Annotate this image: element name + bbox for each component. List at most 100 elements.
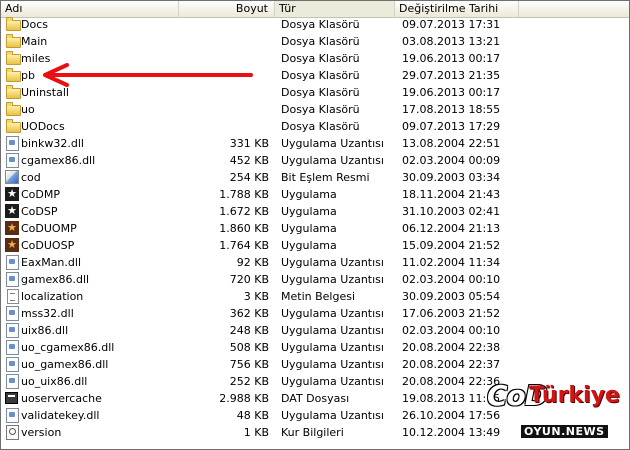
file-icon-slot bbox=[5, 153, 19, 168]
folder-icon bbox=[6, 51, 21, 65]
file-row[interactable]: uo Dosya Klasörü 17.08.2013 18:55 bbox=[1, 101, 629, 118]
text-document-icon bbox=[7, 289, 19, 304]
file-row[interactable]: ★ CoDUOSP 1.764 KB Uygulama 15.09.2004 21:52 bbox=[1, 237, 629, 254]
file-row[interactable]: cod 254 KB Bit Eşlem Resmi 30.09.2003 03:34 bbox=[1, 169, 629, 186]
file-row[interactable]: localization 3 KB Metin Belgesi 30.09.2003 … bbox=[1, 288, 629, 305]
file-icon-slot bbox=[5, 289, 19, 304]
file-icon-slot bbox=[5, 391, 19, 405]
folder-icon bbox=[6, 17, 21, 31]
file-name: CoDSP bbox=[21, 205, 58, 218]
file-name: version bbox=[21, 426, 62, 439]
file-name: miles bbox=[21, 52, 51, 65]
file-icon-slot bbox=[5, 374, 19, 389]
file-type: Dosya Klasörü bbox=[281, 18, 360, 31]
file-icon-slot bbox=[5, 306, 19, 321]
file-type: Uygulama bbox=[281, 239, 337, 252]
file-row[interactable]: Main Dosya Klasörü 03.08.2013 13:21 bbox=[1, 33, 629, 50]
file-date-modified: 20.08.2004 22:38 bbox=[402, 341, 501, 354]
file-row[interactable]: miles Dosya Klasörü 19.06.2013 00:17 bbox=[1, 50, 629, 67]
file-name: cgamex86.dll bbox=[21, 154, 96, 167]
file-date-modified: 15.09.2004 21:52 bbox=[402, 239, 501, 252]
game-uo-exe-icon: ★ bbox=[5, 238, 19, 252]
file-size: 1.672 KB bbox=[219, 205, 269, 218]
watermark: CoD Türkiye OYUN.NEWS bbox=[487, 379, 627, 447]
game-exe-icon: ★ bbox=[5, 204, 19, 218]
file-row[interactable]: mss32.dll 362 KB Uygulama Uzantısı 17.06.20… bbox=[1, 305, 629, 322]
file-icon-slot: ★ bbox=[5, 221, 19, 235]
file-date-modified: 18.11.2004 21:43 bbox=[402, 188, 501, 201]
file-icon-slot bbox=[5, 136, 19, 151]
file-size: 362 KB bbox=[229, 307, 269, 320]
file-size: 2.988 KB bbox=[219, 392, 269, 405]
file-icon-slot bbox=[5, 170, 19, 184]
folder-icon bbox=[6, 68, 21, 82]
file-size: 452 KB bbox=[229, 154, 269, 167]
dll-file-icon bbox=[6, 272, 19, 287]
file-row[interactable]: binkw32.dll 331 KB Uygulama Uzantısı 13.08.… bbox=[1, 135, 629, 152]
column-header-size[interactable]: Boyut bbox=[179, 1, 275, 17]
file-name: binkw32.dll bbox=[21, 137, 84, 150]
file-size: 720 KB bbox=[229, 273, 269, 286]
file-icon-slot: ★ bbox=[5, 187, 19, 201]
dll-file-icon bbox=[6, 306, 19, 321]
file-row[interactable]: uo_cgamex86.dll 508 KB Uygulama Uzantısı 20… bbox=[1, 339, 629, 356]
column-header-type[interactable]: Tür bbox=[275, 1, 395, 17]
file-date-modified: 29.07.2013 21:35 bbox=[402, 69, 501, 82]
file-name: mss32.dll bbox=[21, 307, 74, 320]
file-icon-slot: ★ bbox=[5, 204, 19, 218]
file-type: Dosya Klasörü bbox=[281, 86, 360, 99]
file-name: uo bbox=[21, 103, 35, 116]
file-row[interactable]: uix86.dll 248 KB Uygulama Uzantısı 02.03.20… bbox=[1, 322, 629, 339]
file-row[interactable]: ★ CoDSP 1.672 KB Uygulama 31.10.2003 02:41 bbox=[1, 203, 629, 220]
file-row[interactable]: EaxMan.dll 92 KB Uygulama Uzantısı 11.02.20… bbox=[1, 254, 629, 271]
file-row[interactable]: pb Dosya Klasörü 29.07.2013 21:35 bbox=[1, 67, 629, 84]
column-header-date-modified[interactable]: Değiştirilme Tarihi bbox=[395, 1, 519, 17]
dll-file-icon bbox=[6, 255, 19, 270]
folder-icon bbox=[6, 119, 21, 133]
file-type: Metin Belgesi bbox=[281, 290, 356, 303]
file-row[interactable]: ★ CoDMP 1.788 KB Uygulama 18.11.2004 21:43 bbox=[1, 186, 629, 203]
file-row[interactable]: cgamex86.dll 452 KB Uygulama Uzantısı 02.03… bbox=[1, 152, 629, 169]
file-type: Uygulama Uzantısı bbox=[281, 307, 384, 320]
file-row[interactable]: ★ CoDUOMP 1.860 KB Uygulama 06.12.2004 21:13 bbox=[1, 220, 629, 237]
file-type: Bit Eşlem Resmi bbox=[281, 171, 370, 184]
file-row[interactable]: uo_gamex86.dll 756 KB Uygulama Uzantısı 20.… bbox=[1, 356, 629, 373]
dat-file-icon bbox=[5, 392, 18, 404]
file-type: Uygulama Uzantısı bbox=[281, 137, 384, 150]
file-date-modified: 02.03.2004 00:10 bbox=[402, 324, 501, 337]
column-header-name[interactable]: Adı bbox=[1, 1, 179, 17]
file-row[interactable]: gamex86.dll 720 KB Uygulama Uzantısı 02.03.… bbox=[1, 271, 629, 288]
file-size: 1.860 KB bbox=[219, 222, 269, 235]
watermark-brand: Türkiye bbox=[529, 383, 620, 408]
file-size: 248 KB bbox=[229, 324, 269, 337]
game-uo-exe-icon: ★ bbox=[5, 221, 19, 235]
file-type: Dosya Klasörü bbox=[281, 35, 360, 48]
file-type: DAT Dosyası bbox=[281, 392, 350, 405]
game-exe-icon: ★ bbox=[5, 187, 19, 201]
file-type: Uygulama Uzantısı bbox=[281, 341, 384, 354]
file-type: Uygulama Uzantısı bbox=[281, 375, 384, 388]
file-size: 1 KB bbox=[243, 426, 269, 439]
file-date-modified: 19.06.2013 00:17 bbox=[402, 52, 501, 65]
file-icon-slot bbox=[5, 85, 21, 99]
file-date-modified: 09.07.2013 17:31 bbox=[402, 18, 501, 31]
dll-file-icon bbox=[6, 357, 19, 372]
file-row[interactable]: Docs Dosya Klasörü 09.07.2013 17:31 bbox=[1, 16, 629, 33]
file-name: uix86.dll bbox=[21, 324, 69, 337]
file-date-modified: 03.08.2013 13:21 bbox=[402, 35, 501, 48]
file-date-modified: 19.06.2013 00:17 bbox=[402, 86, 501, 99]
file-name: uo_uix86.dll bbox=[21, 375, 88, 388]
file-name: uoservercache bbox=[21, 392, 102, 405]
file-name: uo_cgamex86.dll bbox=[21, 341, 115, 354]
file-date-modified: 02.03.2004 00:09 bbox=[402, 154, 501, 167]
file-date-modified: 30.09.2003 03:34 bbox=[402, 171, 501, 184]
file-name: Uninstall bbox=[21, 86, 69, 99]
file-type: Uygulama Uzantısı bbox=[281, 154, 384, 167]
folder-icon bbox=[6, 85, 21, 99]
file-size: 3 KB bbox=[243, 290, 269, 303]
file-row[interactable]: UODocs Dosya Klasörü 09.07.2013 17:29 bbox=[1, 118, 629, 135]
dll-file-icon bbox=[6, 408, 19, 423]
dll-file-icon bbox=[6, 340, 19, 355]
file-row[interactable]: Uninstall Dosya Klasörü 19.06.2013 00:17 bbox=[1, 84, 629, 101]
dll-file-icon bbox=[6, 374, 19, 389]
